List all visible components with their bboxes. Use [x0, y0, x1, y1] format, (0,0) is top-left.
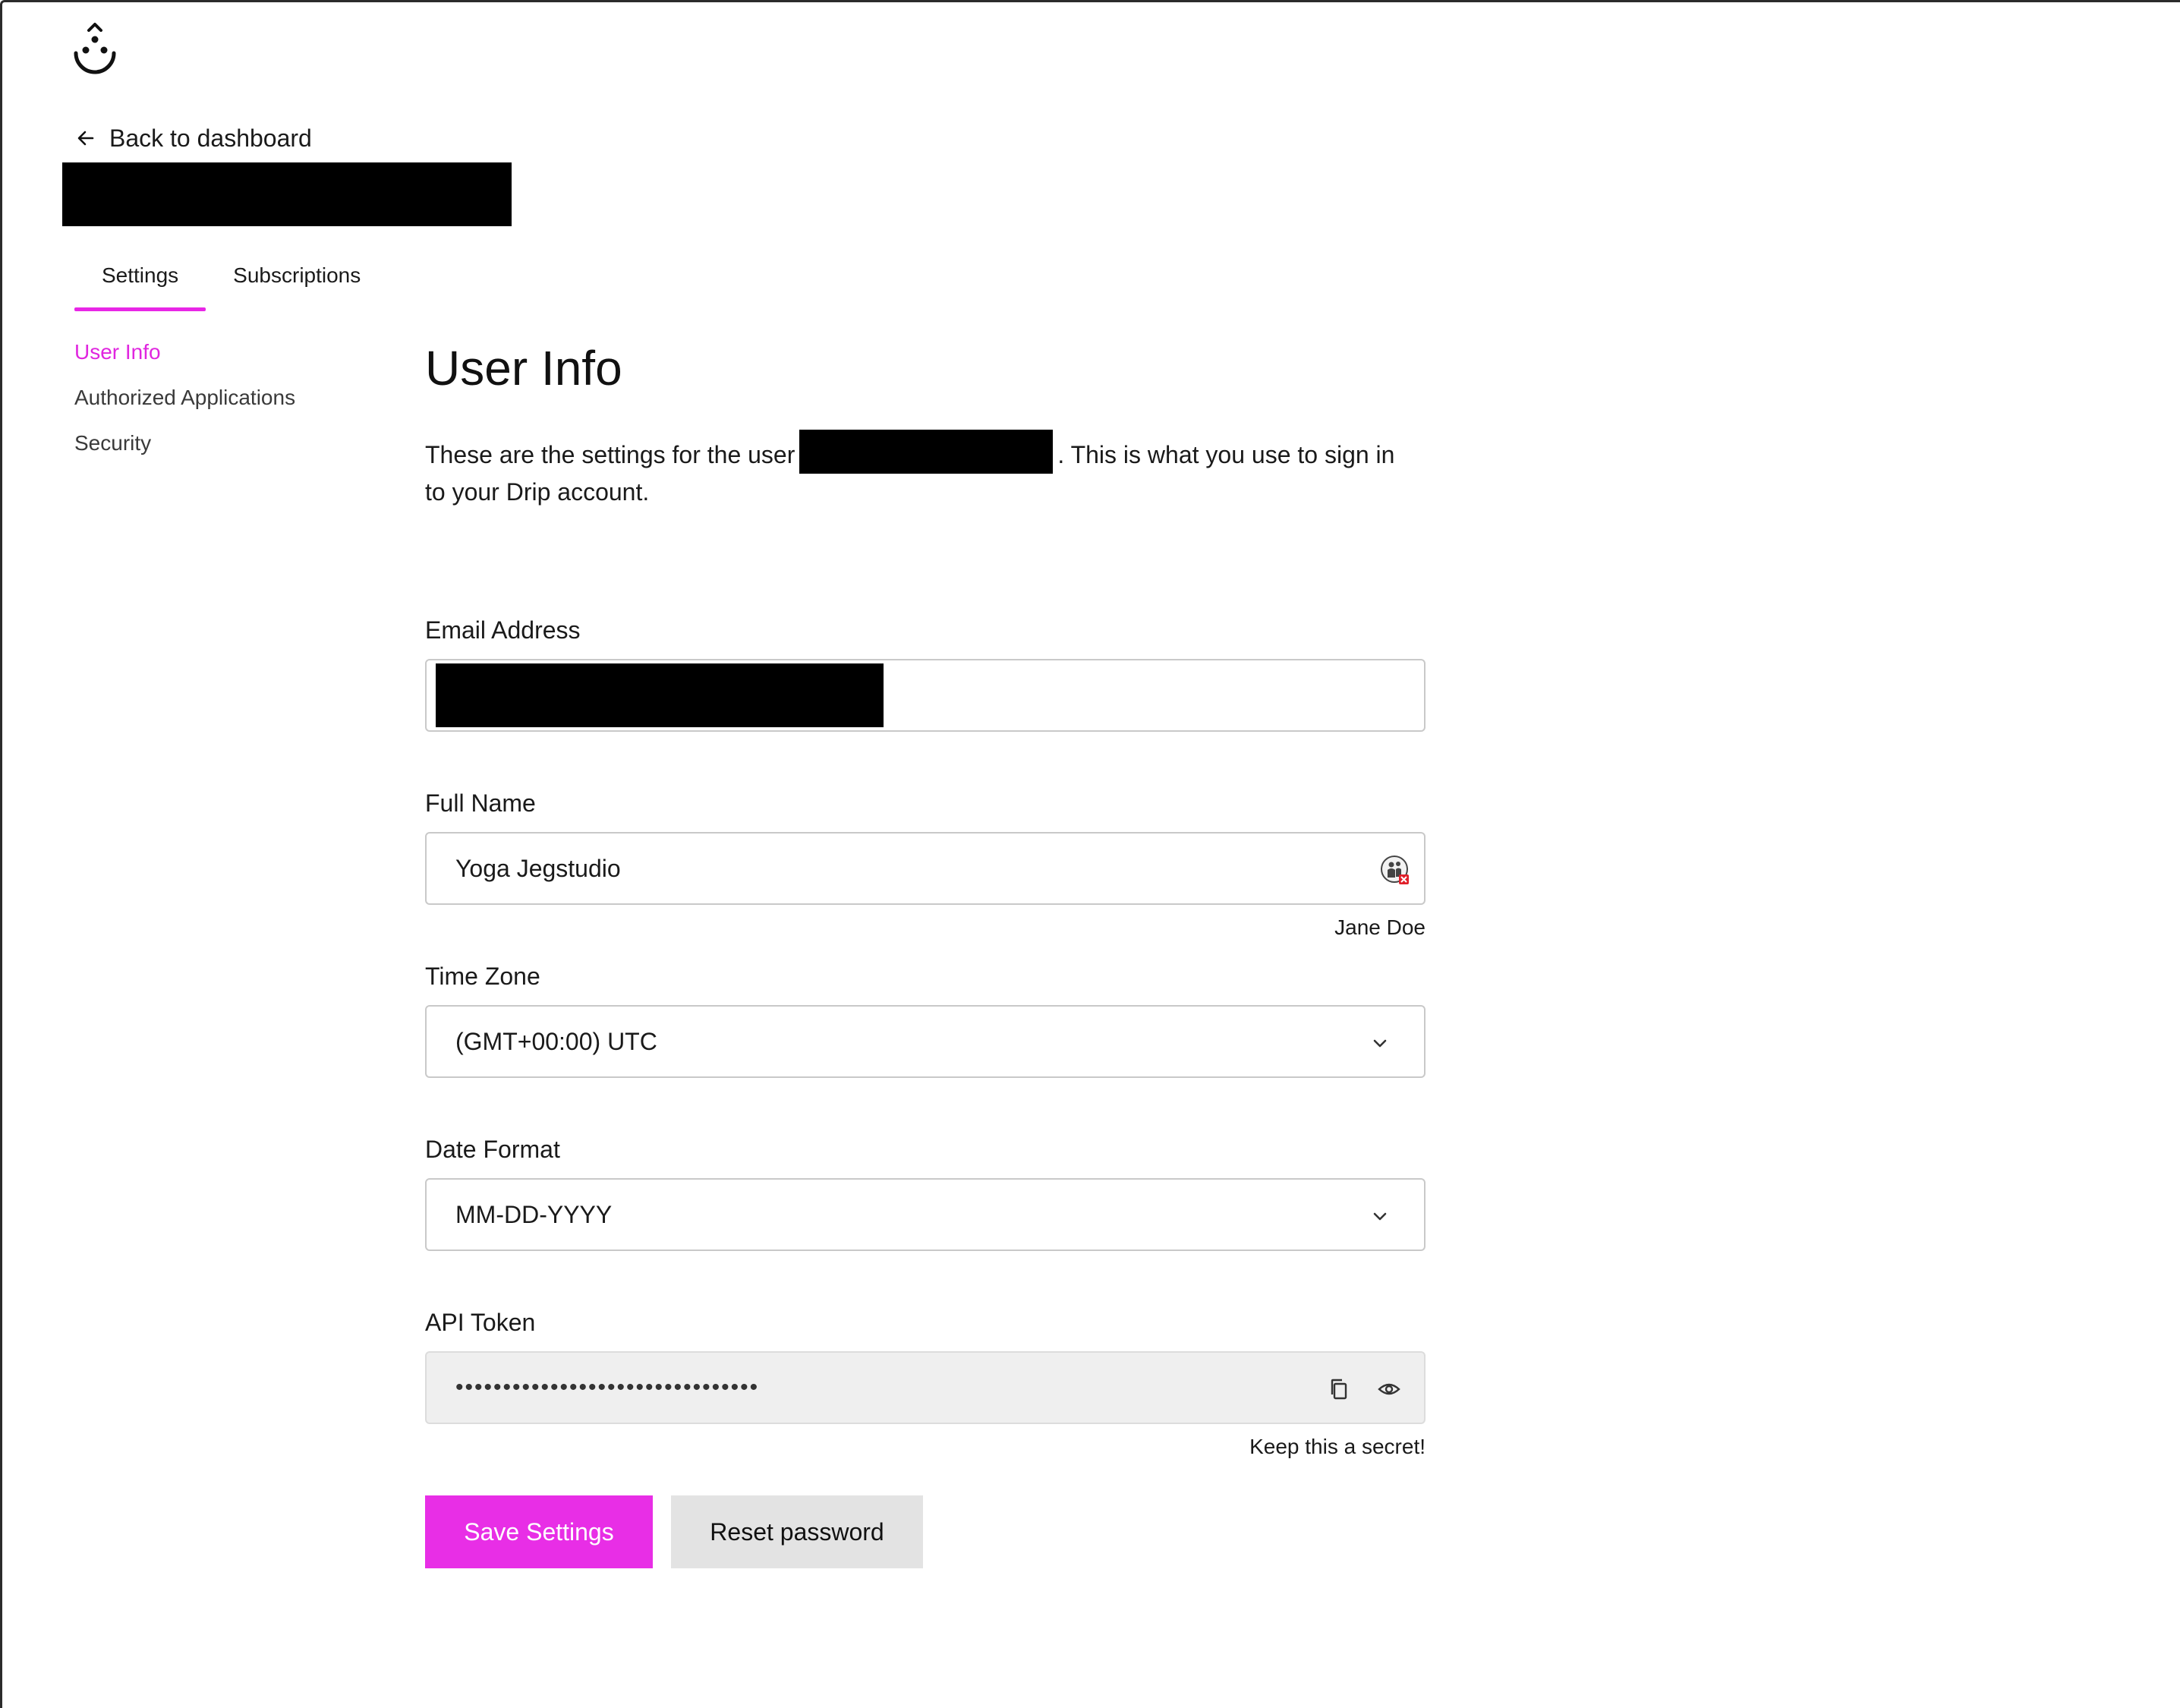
full-name-hint: Jane Doe	[1334, 915, 1426, 939]
main-content: User Info These are the settings for the…	[425, 334, 1426, 1568]
full-name-input[interactable]: Yoga Jegstudio	[425, 832, 1426, 905]
redacted-account-name	[62, 162, 512, 226]
copy-icon[interactable]	[1324, 1374, 1354, 1404]
date-format-value: MM-DD-YYYY	[455, 1200, 613, 1228]
time-zone-value: (GMT+00:00) UTC	[455, 1027, 657, 1055]
date-format-field-group: Date Format MM-DD-YYYY	[425, 1133, 1426, 1251]
tab-settings-label: Settings	[102, 263, 179, 287]
api-token-hint: Keep this a secret!	[1249, 1435, 1426, 1458]
tab-subscriptions-label: Subscriptions	[233, 263, 361, 287]
date-format-select[interactable]: MM-DD-YYYY	[425, 1178, 1426, 1251]
api-token-input[interactable]: ••••••••••••••••••••••••••••••••	[425, 1351, 1426, 1424]
redacted-username	[799, 430, 1054, 474]
page-title: User Info	[425, 341, 622, 395]
arrow-left-icon	[77, 131, 94, 146]
redacted-email	[436, 663, 884, 727]
tab-subscriptions[interactable]: Subscriptions	[206, 257, 388, 311]
reset-password-button[interactable]: Reset password	[671, 1495, 923, 1568]
intro-text-before: These are the settings for the user	[425, 441, 795, 468]
drip-logo-icon[interactable]	[70, 18, 120, 79]
full-name-field-group: Full Name Yoga Jegstudio Jane Doe	[425, 786, 1426, 940]
settings-sidebar: User Info Authorized Applications Securi…	[74, 337, 295, 474]
api-token-label: API Token	[425, 1309, 536, 1336]
email-input[interactable]	[425, 659, 1426, 732]
contact-autofill-icon[interactable]	[1380, 855, 1410, 885]
api-token-masked-value: ••••••••••••••••••••••••••••••••	[455, 1375, 760, 1400]
time-zone-label: Time Zone	[425, 963, 540, 990]
date-format-label: Date Format	[425, 1136, 560, 1163]
save-settings-button[interactable]: Save Settings	[425, 1495, 653, 1568]
email-field-group: Email Address	[425, 613, 1426, 732]
back-to-dashboard-link[interactable]: Back to dashboard	[74, 123, 312, 153]
intro-text: These are the settings for the user. Thi…	[425, 430, 1412, 510]
chevron-down-icon	[1373, 1212, 1387, 1221]
time-zone-field-group: Time Zone (GMT+00:00) UTC	[425, 960, 1426, 1078]
sidebar-item-security[interactable]: Security	[74, 428, 295, 474]
email-label: Email Address	[425, 616, 581, 644]
full-name-value: Yoga Jegstudio	[455, 854, 621, 882]
sidebar-item-authorized-applications[interactable]: Authorized Applications	[74, 383, 295, 428]
chevron-down-icon	[1373, 1039, 1387, 1048]
settings-tabs: Settings Subscriptions	[74, 257, 388, 311]
eye-icon[interactable]	[1374, 1374, 1404, 1404]
api-token-field-group: API Token ••••••••••••••••••••••••••••••…	[425, 1306, 1426, 1459]
full-name-label: Full Name	[425, 789, 536, 817]
back-link-label: Back to dashboard	[109, 124, 312, 152]
time-zone-select[interactable]: (GMT+00:00) UTC	[425, 1005, 1426, 1078]
tab-settings[interactable]: Settings	[74, 257, 206, 311]
sidebar-item-user-info[interactable]: User Info	[74, 337, 295, 383]
